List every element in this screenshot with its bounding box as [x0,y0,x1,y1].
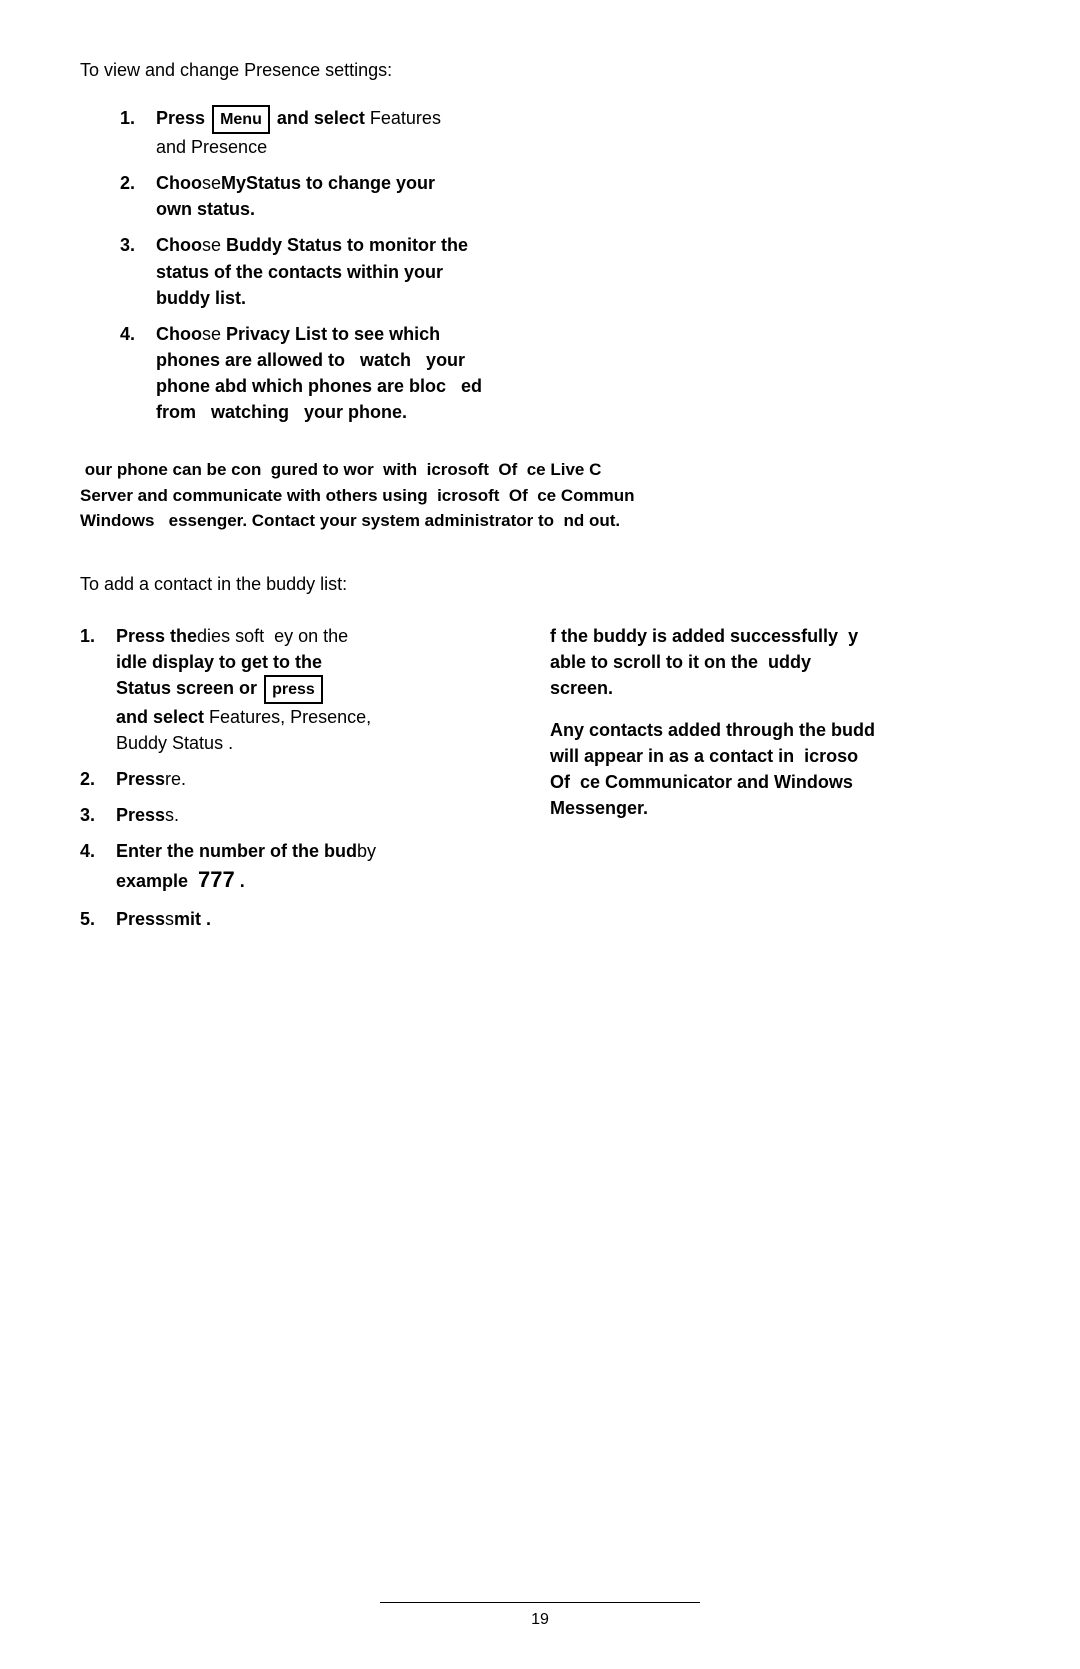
buddy-step-2: 2. Pressre. [80,766,520,792]
step-4-privacy: se [202,324,221,344]
buddy-step-4: 4. Enter the number of the budby example… [80,838,520,896]
step-num-3: 3. [120,232,152,258]
buddy-step-3-content: Presss. [116,802,179,828]
step-2-choose: Choo [156,173,202,193]
buddy-step-5-s: s [165,909,174,929]
buddy-step-3-s: s. [165,805,179,825]
intro-presence: To view and change Presence settings: [80,60,1000,81]
buddy-step-2-content: Pressre. [116,766,186,792]
buddy-step-1: 1. Press thedies soft ey on the idle dis… [80,623,520,757]
buddy-steps-area: 1. Press thedies soft ey on the idle dis… [80,623,1000,943]
footer-line [380,1602,700,1603]
buddy-right-column: f the buddy is added successfully y able… [540,623,1000,943]
buddy-right-text-1: f the buddy is added successfully y able… [550,623,1000,701]
step-4-choose: Choo [156,324,202,344]
presence-step-1: 1. Press Menu and select Featuresand Pre… [120,105,1000,160]
note-block: our phone can be con gured to wor with i… [80,457,1000,534]
buddy-step-num-1: 1. [80,623,112,649]
intro-buddy: To add a contact in the buddy list: [80,574,1000,595]
step-num-4: 4. [120,321,152,347]
step-1-press: Press [156,108,205,128]
buddy-step-1-dies: dies soft ey on the [197,626,348,646]
buddy-step-5-press: Press [116,909,165,929]
presence-step-4: 4. Choose Privacy List to see whichphone… [120,321,1000,425]
buddy-step-1-content: Press thedies soft ey on the idle displa… [116,623,371,757]
buddy-step-3-press: Press [116,805,165,825]
buddy-step-1-press: Press the [116,626,197,646]
buddy-step-5: 5. Presssmit . [80,906,520,932]
page-number: 19 [531,1611,549,1628]
buddy-step-2-press: Press [116,769,165,789]
step-num-1: 1. [120,105,152,131]
buddy-step-num-2: 2. [80,766,112,792]
buddy-step-num-3: 3. [80,802,112,828]
step-2-content: ChooseMyStatus to change yourown status. [156,170,1000,222]
step-3-buddy: se [202,235,221,255]
buddy-step-3: 3. Presss. [80,802,520,828]
buddy-right-text-2: Any contacts added through the budd will… [550,717,1000,821]
note-text: our phone can be con gured to wor with i… [80,460,635,530]
step-1-content: Press Menu and select Featuresand Presen… [156,105,1000,160]
buddy-left-column: 1. Press thedies soft ey on the idle dis… [80,623,540,943]
step-num-2: 2. [120,170,152,196]
footer: 19 [0,1602,1080,1629]
presence-step-2: 2. ChooseMyStatus to change yourown stat… [120,170,1000,222]
step-3-choose: Choo [156,235,202,255]
step-4-content: Choose Privacy List to see whichphones a… [156,321,1000,425]
buddy-left-list: 1. Press thedies soft ey on the idle dis… [80,623,520,933]
step-1-and-select: and select [277,108,370,128]
buddy-step-4-by: by [357,841,376,861]
menu-button: Menu [212,105,270,134]
buddy-step-4-example: example 777 . [116,871,245,891]
presence-step-3: 3. Choose Buddy Status to monitor thesta… [120,232,1000,310]
buddy-step-4-content: Enter the number of the budby example 77… [116,838,376,896]
presence-steps-list: 1. Press Menu and select Featuresand Pre… [120,105,1000,425]
press-button: press [264,675,323,704]
step-3-content: Choose Buddy Status to monitor thestatus… [156,232,1000,310]
page-content: To view and change Presence settings: 1.… [80,60,1000,942]
buddy-step-5-mit: mit . [174,909,211,929]
buddy-step-5-content: Presssmit . [116,906,211,932]
buddy-step-num-4: 4. [80,838,112,864]
buddy-step-2-re: re. [165,769,186,789]
buddy-step-4-enter: Enter the number of the bud [116,841,357,861]
step-2-mystatus: se [202,173,221,193]
buddy-step-num-5: 5. [80,906,112,932]
buddy-step-1-select: and select [116,707,209,727]
